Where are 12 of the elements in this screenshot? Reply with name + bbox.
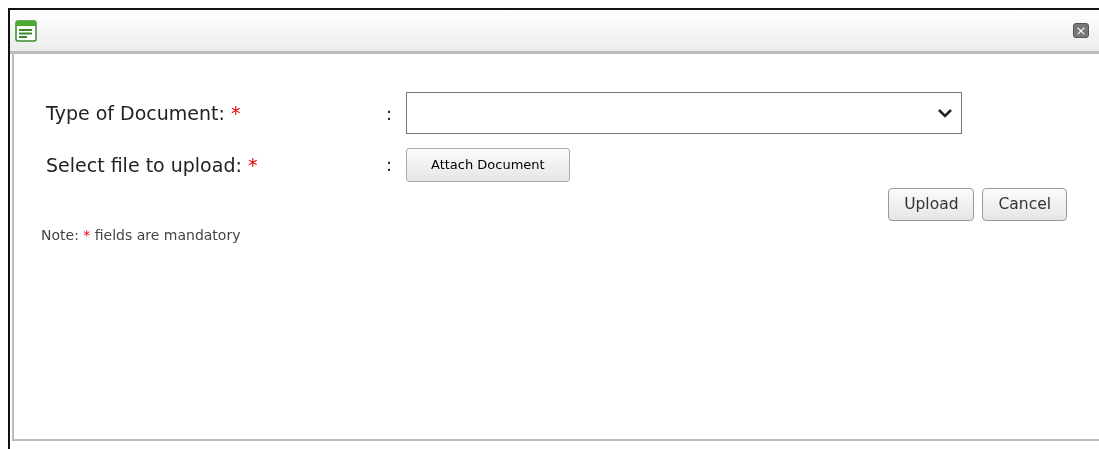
close-button[interactable]: × [1073,23,1089,38]
colon-separator: : [386,101,394,126]
colon-separator: : [386,153,394,178]
cancel-button[interactable]: Cancel [982,187,1067,221]
field-label: Select file to upload: * [46,153,258,176]
mandatory-note: Note: * fields are mandatory [41,225,242,245]
field-label: Type of Document: * [46,101,241,124]
document-type-dropdown[interactable] [406,92,962,134]
chevron-down-icon [937,108,953,118]
upload-button[interactable]: Upload [888,187,975,221]
attach-document-button[interactable]: Attach Document [406,148,570,182]
window-icon [15,20,37,42]
